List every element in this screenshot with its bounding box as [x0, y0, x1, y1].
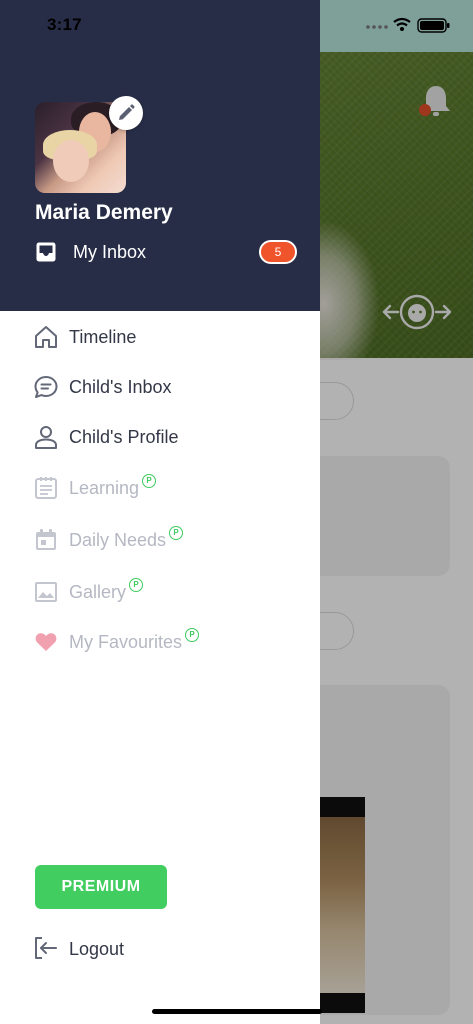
logout-label: Logout — [69, 939, 125, 959]
menu-item-childs-profile[interactable]: Child's Profile — [33, 422, 303, 452]
my-inbox-item[interactable]: My Inbox 5 — [35, 238, 297, 266]
inbox-tray-icon — [36, 242, 56, 262]
logout-item[interactable]: Logout — [33, 934, 233, 964]
wifi-icon — [393, 17, 411, 31]
menu-item-gallery[interactable]: Gallery P — [33, 577, 303, 607]
heart-icon — [35, 633, 57, 651]
menu-item-label-text: Learning — [69, 478, 140, 498]
status-icons — [366, 17, 450, 33]
calendar-icon — [36, 529, 56, 550]
logout-icon — [35, 937, 57, 959]
image-icon — [35, 582, 57, 602]
edit-profile-button[interactable] — [109, 96, 143, 130]
navigation-drawer: 3:17 Maria Demery My Inbox 5 Timeline Ch… — [0, 0, 320, 1024]
menu-item-label-text: My Favourites — [69, 632, 183, 652]
menu-item-label: Daily Needs P — [69, 526, 184, 551]
drawer-header: 3:17 Maria Demery My Inbox 5 — [0, 0, 320, 311]
menu-item-label: Child's Profile — [69, 427, 179, 447]
menu-item-timeline[interactable]: Timeline — [33, 322, 303, 352]
premium-marker-icon: P — [169, 526, 184, 540]
notepad-icon — [35, 477, 57, 499]
user-name: Maria Demery — [35, 201, 173, 224]
menu-item-label-text: Daily Needs — [69, 530, 167, 550]
my-inbox-label: My Inbox — [73, 242, 147, 262]
premium-marker-icon: P — [129, 578, 144, 592]
menu-item-my-favourites[interactable]: My Favourites P — [33, 627, 303, 657]
cellular-signal-icon — [366, 25, 388, 29]
menu-item-label: Learning P — [69, 474, 157, 499]
menu-item-label-text: Gallery — [69, 582, 127, 602]
menu-item-label: Child's Inbox — [69, 377, 172, 397]
menu-item-label: My Favourites P — [69, 628, 200, 653]
menu-item-learning[interactable]: Learning P — [33, 473, 303, 503]
menu-item-label: Timeline — [69, 327, 137, 347]
person-icon — [35, 426, 57, 449]
premium-marker-icon: P — [185, 628, 200, 642]
home-icon — [35, 326, 57, 348]
premium-button[interactable]: PREMIUM — [35, 865, 167, 909]
pencil-icon — [119, 104, 135, 120]
status-time: 3:17 — [47, 15, 82, 34]
avatar-photo-detail — [53, 140, 89, 182]
menu-item-label: Gallery P — [69, 578, 144, 603]
chat-bubble-icon — [34, 376, 58, 398]
premium-marker-icon: P — [142, 474, 157, 488]
menu-item-daily-needs[interactable]: Daily Needs P — [33, 525, 303, 555]
menu-item-childs-inbox[interactable]: Child's Inbox — [33, 372, 303, 402]
inbox-count-badge: 5 — [259, 240, 297, 264]
battery-icon — [417, 18, 450, 33]
home-indicator[interactable] — [152, 1009, 322, 1014]
